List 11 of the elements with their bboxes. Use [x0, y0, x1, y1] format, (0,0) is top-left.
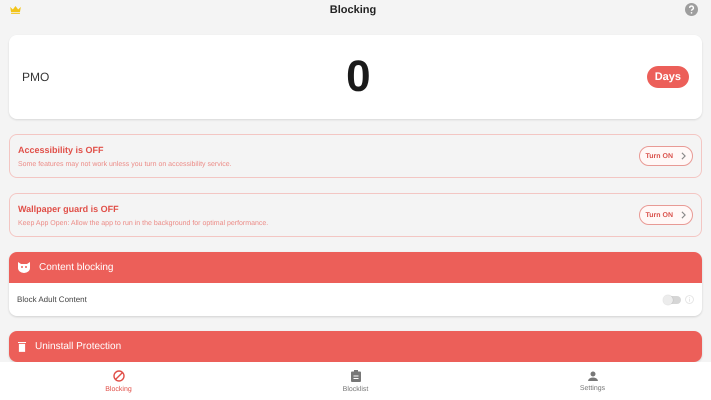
- setting-label: Block Adult Content: [17, 295, 88, 304]
- section-title: Content blocking: [39, 262, 114, 273]
- section-header[interactable]: Content blocking: [9, 252, 702, 283]
- counter-name: PMO: [22, 70, 50, 84]
- section-header[interactable]: Uninstall Protection: [9, 331, 702, 362]
- page-title: Blocking: [330, 4, 376, 16]
- alert-title: Accessibility is OFF: [18, 144, 105, 154]
- section-title: Uninstall Protection: [35, 341, 122, 352]
- unit-badge[interactable]: Days: [646, 66, 689, 88]
- alert-title: Wallpaper guard is OFF: [18, 204, 120, 214]
- counter-value: 0: [346, 52, 371, 102]
